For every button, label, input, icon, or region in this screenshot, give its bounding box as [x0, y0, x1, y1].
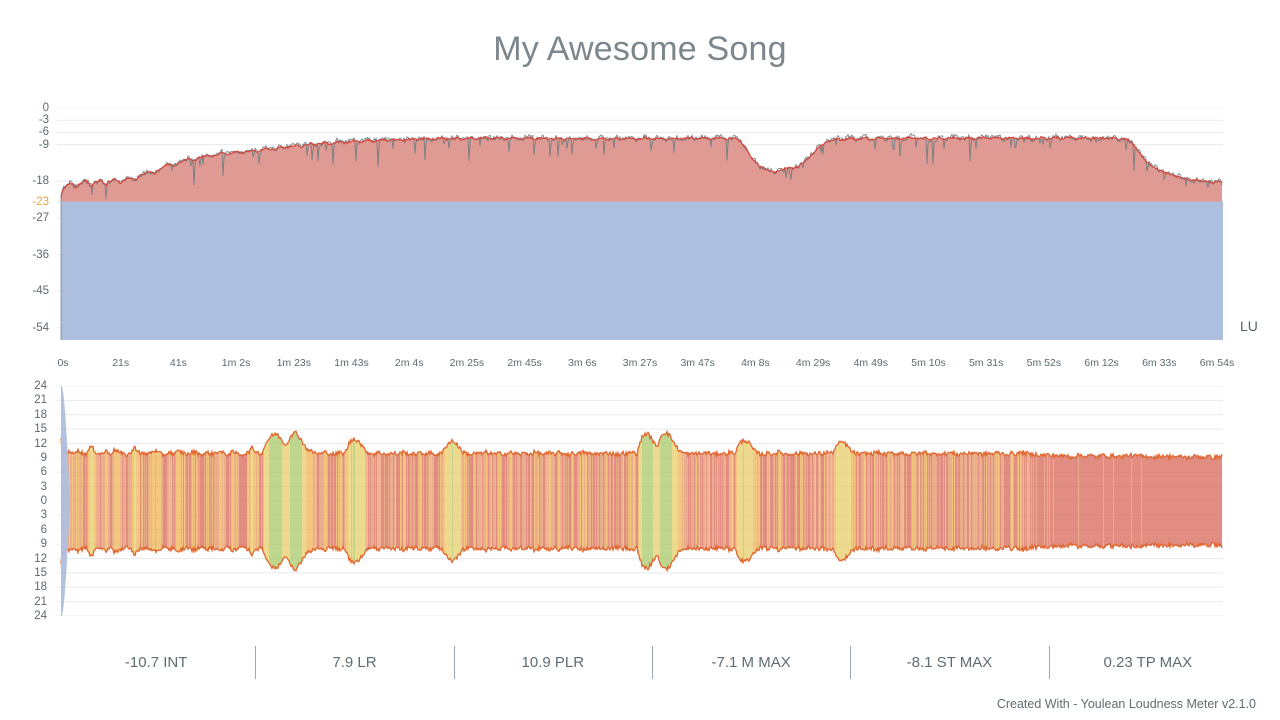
lu-tick-neg6: -6: [38, 126, 49, 139]
time-tick: 3m 6s: [568, 357, 597, 369]
time-axis: 0s 21s 41s 1m 2s 1m 23s 1m 43s 2m 4s 2m 25s 2m 4…: [57, 357, 1234, 373]
dr-tick-10: 6: [40, 523, 47, 536]
time-tick: 3m 47s: [680, 357, 715, 369]
time-tick: 1m 43s: [334, 357, 369, 369]
time-tick: 5m 31s: [968, 357, 1004, 369]
time-tick: 6m 54s: [1199, 357, 1235, 369]
dr-plot-area: [57, 386, 1223, 616]
stat-cell: -7.1 M MAX: [651, 640, 850, 685]
dr-tick-12: 12: [34, 552, 47, 565]
lu-tick-0: 0: [42, 102, 49, 114]
dr-tick-8: 0: [40, 495, 47, 507]
page-title: My Awesome Song: [493, 30, 787, 68]
time-tick: 1m 2s: [221, 357, 251, 369]
lu-tick-neg3: -3: [38, 114, 49, 127]
time-tick: 5m 10s: [911, 357, 946, 369]
stat-cell: 7.9 LR: [255, 640, 453, 685]
time-tick: 6m 12s: [1084, 357, 1119, 369]
lu-tick-neg9: -9: [38, 138, 49, 151]
time-tick: 2m 45s: [507, 357, 542, 369]
time-tick: 5m 52s: [1026, 357, 1062, 369]
dr-tick-5: 9: [40, 451, 47, 464]
stat-cell: -10.7 INT: [124, 654, 188, 671]
dr-tick-7: 3: [40, 480, 47, 493]
footer-credit: Created With - Youlean Loudness Meter v2…: [996, 697, 1256, 711]
lu-tick-neg45: -45: [32, 285, 49, 298]
time-tick: 4m 8s: [741, 357, 770, 369]
lu-plot-area: [57, 108, 1223, 340]
dr-tick-13: 15: [34, 566, 47, 579]
dr-tick-14: 18: [34, 581, 47, 594]
dr-tick-1: 21: [34, 394, 47, 407]
time-tick: 6m 33s: [1142, 357, 1177, 369]
lu-tick-neg36: -36: [32, 248, 49, 261]
stat-cell: 10.9 PLR: [453, 640, 652, 685]
dynamic-range-chart: 242118151296303691215182124 DR: [0, 378, 1280, 623]
loudness-chart: 0 -3 -6 -9 -18 -23 -27 -36 -45 -54 LU: [0, 100, 1280, 350]
time-tick: 2m 4s: [394, 357, 424, 369]
time-tick: 4m 49s: [853, 357, 889, 369]
dr-waveform-svg: [57, 386, 1223, 616]
dr-tick-11: 9: [40, 538, 47, 551]
stat-cell: -8.1 ST MAX: [850, 640, 1048, 685]
dr-tick-4: 12: [34, 437, 47, 450]
dr-tick-6: 6: [40, 466, 47, 479]
dr-tick-16: 24: [34, 610, 47, 622]
dr-tick-9: 3: [40, 509, 47, 522]
lu-waveform-svg: [57, 108, 1223, 340]
lu-tick-neg18: -18: [32, 175, 49, 188]
dr-tick-15: 21: [34, 595, 47, 608]
dr-tick-3: 15: [34, 423, 47, 436]
dr-tick-0: 24: [34, 380, 47, 392]
lu-tick-neg54: -54: [32, 321, 49, 334]
lu-unit-label: LU: [1240, 318, 1258, 334]
loudness-report-page: My Awesome Song 0 -3 -6 -9 -18 -23 -27 -36 -45 -5…: [0, 0, 1280, 720]
time-tick: 21s: [112, 357, 130, 369]
time-tick: 41s: [169, 357, 187, 369]
summary-stats-row: -10.7 INT 7.9 LR 10.9 PLR -7.1 M MAX -8.1 ST…: [57, 640, 1247, 685]
time-tick: 3m 27s: [622, 357, 658, 369]
time-tick: 4m 29s: [795, 357, 831, 369]
dr-tick-2: 18: [34, 408, 47, 421]
stat-cell: 0.23 TP MAX: [1048, 640, 1247, 685]
lu-tick-neg27: -27: [32, 211, 49, 224]
time-tick: 2m 25s: [449, 357, 485, 369]
time-tick: 0s: [57, 357, 69, 369]
lu-tick-neg23: -23: [32, 195, 49, 208]
time-tick: 1m 23s: [276, 357, 312, 369]
